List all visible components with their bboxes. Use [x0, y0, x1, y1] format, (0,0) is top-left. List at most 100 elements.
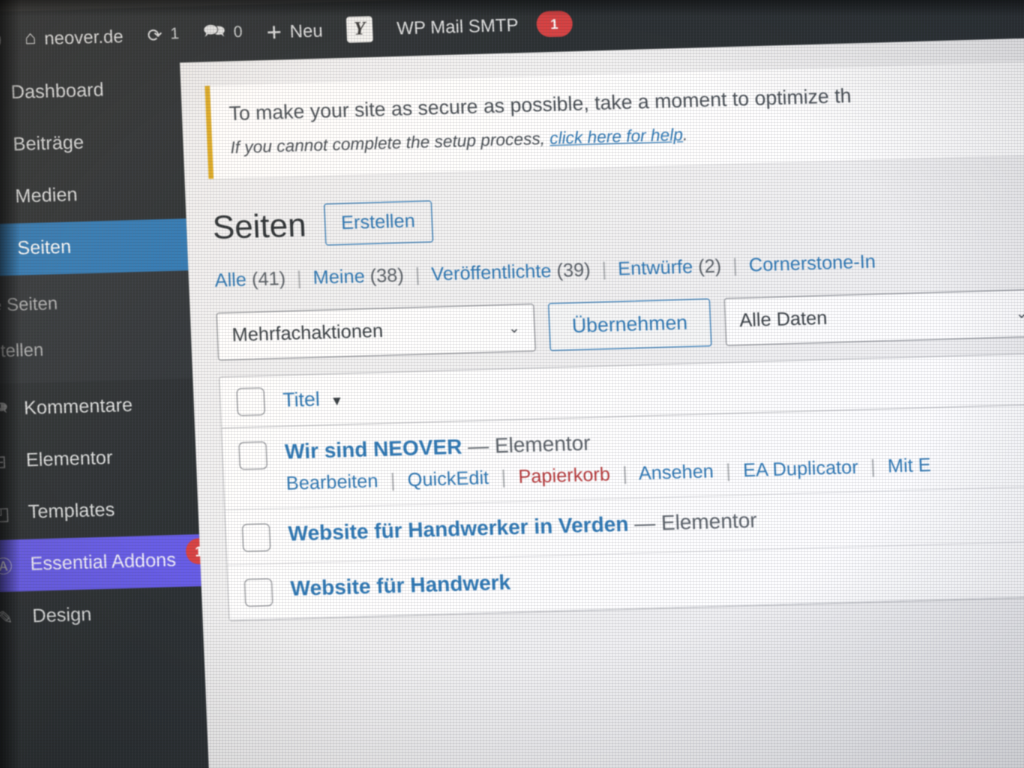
filter-link-entwuerfe[interactable]: Entwürfe: [617, 257, 693, 280]
column-header-label: Titel: [282, 388, 321, 412]
sidebar-item-beitraege[interactable]: ✐ Beiträge: [0, 115, 184, 173]
appearance-brush-icon: ✎: [0, 607, 14, 628]
filter-count-meine: (38): [369, 265, 405, 288]
pages-list-table: Titel ▼ Wir sind NEOVER — Elementor Bear…: [218, 352, 1024, 622]
row-action-ansehen[interactable]: Ansehen: [638, 461, 714, 484]
comments-menu[interactable]: 🗪 0: [191, 18, 256, 50]
select-all-checkbox[interactable]: [236, 387, 266, 417]
row-action-mit-elementor[interactable]: Mit E: [887, 455, 931, 477]
notice-help-link[interactable]: click here for help: [549, 125, 683, 148]
sidebar-item-label: Templates: [27, 499, 116, 524]
table-navigation-top: Mehrfachaktionen ⌄ Übernehmen Alle Daten…: [216, 288, 1024, 361]
filter-count-entwuerfe: (2): [697, 256, 722, 278]
row-action-separator: |: [725, 460, 732, 483]
row-title-text: Wir sind NEOVER: [284, 435, 463, 464]
home-icon: ⌂: [24, 27, 37, 50]
sidebar-item-elementor[interactable]: ⊞ Elementor: [0, 430, 197, 488]
sidebar-item-seiten[interactable]: ▤ Seiten: [0, 218, 189, 277]
page-header: Seiten Erstellen: [212, 182, 1024, 249]
elementor-icon: ⊞: [0, 451, 7, 472]
updates-menu[interactable]: ⟳ 1: [135, 24, 192, 47]
bulk-actions-value: Mehrfachaktionen: [231, 320, 384, 347]
row-title-suffix: Elementor: [494, 431, 591, 458]
comments-icon: 🗪: [0, 396, 9, 418]
row-title-suffix: Elementor: [660, 509, 758, 535]
sidebar-subitem-erstellen[interactable]: Erstellen: [0, 322, 192, 374]
chevron-down-icon: ⌄: [507, 319, 521, 336]
sidebar-item-essential-addons[interactable]: Ⓐ Essential Addons 1: [0, 534, 213, 593]
date-filter-select[interactable]: Alle Daten ⌄: [723, 288, 1024, 347]
bulk-actions-select[interactable]: Mehrfachaktionen ⌄: [216, 303, 536, 361]
media-icon: ♫: [0, 187, 2, 209]
yoast-seo-icon: Y: [346, 16, 374, 43]
updates-icon: ⟳: [146, 24, 163, 46]
create-page-button[interactable]: Erstellen: [323, 200, 433, 246]
row-checkbox[interactable]: [244, 578, 274, 607]
row-checkbox[interactable]: [241, 523, 271, 553]
notice-line-2-prefix: If you cannot complete the setup process…: [229, 129, 551, 158]
sort-desc-icon: ▼: [330, 392, 344, 408]
wp-mail-smtp-label: WP Mail SMTP: [396, 14, 519, 38]
sidebar-item-medien[interactable]: ♫ Medien: [0, 167, 186, 225]
site-name-menu[interactable]: ⌂ neover.de: [12, 25, 135, 51]
sidebar-item-dashboard[interactable]: ◔ Dashboard: [0, 63, 182, 121]
admin-sidebar: ◔ Dashboard ✐ Beiträge ♫ Medien ▤ Seiten…: [0, 62, 213, 768]
essential-addons-icon: Ⓐ: [0, 556, 13, 578]
row-title[interactable]: Website für Handwerker in Verden — Eleme…: [288, 500, 1024, 547]
screen-photo: ← → ⟳ ⌂ neover.de ⟳ 1 🗪 0: [0, 0, 1024, 768]
sidebar-subitem-label: Erstellen: [0, 339, 44, 362]
row-title-text: Website für Handwerk: [290, 571, 512, 601]
sidebar-submenu-seiten: Alle Seiten Erstellen: [0, 270, 193, 385]
sidebar-item-label: Design: [31, 604, 92, 628]
row-action-separator: |: [870, 456, 876, 478]
notice-line-2-suffix: .: [682, 125, 688, 145]
filter-separator: |: [296, 268, 303, 290]
filter-separator: |: [414, 264, 421, 286]
wp-mail-smtp-menu[interactable]: WP Mail SMTP 1: [384, 10, 585, 42]
filter-separator: |: [601, 259, 608, 281]
sidebar-item-kommentare[interactable]: 🗪 Kommentare: [0, 378, 195, 436]
row-action-separator: |: [389, 470, 396, 492]
filter-link-veroeffentlichte[interactable]: Veröffentlichte: [431, 261, 552, 285]
plus-icon: +: [265, 16, 283, 47]
sidebar-item-label: Essential Addons: [29, 549, 177, 576]
sidebar-item-label: Beiträge: [12, 132, 85, 156]
new-content-label: Neu: [289, 20, 324, 41]
row-title-dash: —: [467, 434, 490, 459]
filter-link-meine[interactable]: Meine: [313, 266, 366, 288]
sidebar-item-templates[interactable]: ◰ Templates: [0, 482, 199, 540]
updates-count: 1: [169, 25, 180, 43]
row-action-separator: |: [500, 467, 507, 489]
row-action-ea-duplicator[interactable]: EA Duplicator: [743, 457, 859, 481]
wordpress-logo-icon: [0, 22, 2, 58]
sidebar-item-design[interactable]: ✎ Design: [0, 586, 203, 644]
new-content-menu[interactable]: + Neu: [254, 15, 335, 48]
sidebar-subitem-alle-seiten[interactable]: Alle Seiten: [0, 276, 190, 328]
date-filter-value: Alle Daten: [739, 308, 828, 332]
column-header-titel[interactable]: Titel ▼: [282, 388, 343, 413]
wp-mail-smtp-badge: 1: [535, 10, 573, 38]
row-title[interactable]: Website für Handwerk: [290, 555, 1024, 602]
sidebar-subitem-label: Alle Seiten: [0, 292, 59, 316]
templates-icon: ◰: [0, 503, 11, 524]
sidebar-item-label: Dashboard: [10, 79, 105, 104]
security-notice: To make your site as secure as possible,…: [204, 61, 1024, 179]
row-title-text: Website für Handwerker in Verden: [287, 512, 629, 546]
comments-icon: 🗪: [202, 20, 226, 41]
row-title-dash: —: [633, 512, 656, 536]
row-action-papierkorb[interactable]: Papierkorb: [518, 464, 611, 488]
row-checkbox[interactable]: [238, 441, 268, 471]
filter-link-cornerstone[interactable]: Cornerstone-In: [748, 252, 876, 277]
yoast-seo-menu[interactable]: Y: [334, 16, 385, 43]
chevron-down-icon: ⌄: [1015, 304, 1024, 322]
sidebar-item-label: Elementor: [25, 447, 114, 472]
row-action-quickedit[interactable]: QuickEdit: [407, 468, 489, 491]
sidebar-item-label: Medien: [14, 184, 78, 208]
page-title: Seiten: [211, 206, 307, 246]
row-action-separator: |: [622, 463, 628, 486]
row-action-bearbeiten[interactable]: Bearbeiten: [286, 471, 379, 495]
filter-count-alle: (41): [251, 268, 286, 291]
apply-bulk-action-button[interactable]: Übernehmen: [547, 298, 712, 352]
filter-link-alle[interactable]: Alle: [214, 270, 247, 292]
monitor-screen: ← → ⟳ ⌂ neover.de ⟳ 1 🗪 0: [0, 0, 1024, 768]
